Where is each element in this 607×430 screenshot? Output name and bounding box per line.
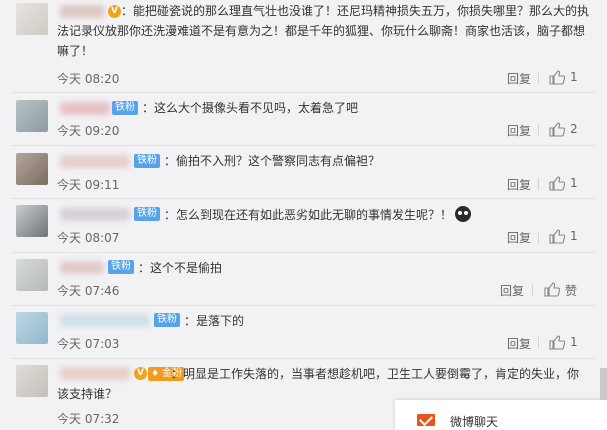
comment-body: ：这个不是偷拍 <box>138 261 223 275</box>
username-blurred[interactable] <box>60 261 104 274</box>
chat-popup[interactable]: 微博聊天 <box>395 400 607 430</box>
avatar[interactable] <box>16 3 48 35</box>
comment-time: 今天 07:32 <box>57 412 120 426</box>
cool-face-emoji-icon <box>455 206 472 222</box>
comment-body: ：这么大个摄像头看不见吗，太着急了吧 <box>142 101 359 115</box>
thumbs-up-icon[interactable] <box>549 176 565 191</box>
comment-text: ：这个不是偷拍 <box>138 258 589 278</box>
fan-badge: 铁粉 <box>134 207 160 221</box>
comment-body: ：能把碰瓷说的那么理直气壮也没谁了！还尼玛精神损失五万，你损失哪里？那么大的执法… <box>57 4 590 58</box>
comment-time: 今天 08:20 <box>57 72 120 86</box>
username-blurred[interactable] <box>60 155 130 168</box>
divider-line <box>532 284 533 296</box>
reply-button[interactable]: 回复 <box>507 122 531 139</box>
comment-divider <box>12 145 595 146</box>
thumbs-up-icon[interactable] <box>549 70 565 85</box>
like-count: 1 <box>570 335 578 349</box>
username-blurred[interactable] <box>60 208 130 221</box>
avatar[interactable] <box>16 312 48 344</box>
avatar[interactable] <box>16 153 48 185</box>
comment-body: ：怎么到现在还有如此恶劣如此无聊的事情发生呢？！ <box>164 208 453 222</box>
comment-body: ：是落下的 <box>184 314 245 328</box>
avatar[interactable] <box>16 365 48 397</box>
divider-line <box>538 178 539 190</box>
like-count: 1 <box>570 229 578 243</box>
comment-text: ：能把碰瓷说的那么理直气壮也没谁了！还尼玛精神损失五万，你损失哪里？那么大的执法… <box>57 1 589 61</box>
divider-line <box>538 231 539 243</box>
fan-badge: 铁粉 <box>154 313 180 327</box>
comment-divider <box>12 252 595 253</box>
comment-text: ：偷拍不入刑？这个警察同志有点偏袒？ <box>164 151 589 171</box>
avatar[interactable] <box>16 205 48 237</box>
comment-time: 今天 07:03 <box>57 337 120 351</box>
comment-text: ：是落下的 <box>184 311 589 331</box>
comment-text: ：明显是工作失落的，当事者想趁机吧，卫生工人要倒霉了，肯定的失业，你该支持谁？ <box>57 364 589 404</box>
thumbs-up-icon[interactable] <box>549 229 565 244</box>
divider-line <box>538 124 539 136</box>
like-count: 2 <box>570 122 578 136</box>
comment-text: ：这么大个摄像头看不见吗，太着急了吧 <box>142 98 589 118</box>
like-count: 1 <box>570 176 578 190</box>
avatar[interactable] <box>16 100 48 132</box>
scrollbar-thumb[interactable] <box>600 368 607 400</box>
reply-button[interactable]: 回复 <box>507 335 531 352</box>
thumbs-up-icon[interactable] <box>544 282 560 297</box>
fan-badge: 铁粉 <box>134 154 160 168</box>
thumbs-up-icon[interactable] <box>549 335 565 350</box>
comment-divider <box>12 305 595 306</box>
like-count: 1 <box>570 70 578 84</box>
reply-button[interactable]: 回复 <box>507 229 531 246</box>
comment-body: ：偷拍不入刑？这个警察同志有点偏袒？ <box>164 154 381 168</box>
reply-button[interactable]: 回复 <box>507 176 531 193</box>
reply-button[interactable]: 回复 <box>507 70 531 87</box>
thumbs-up-icon[interactable] <box>549 122 565 137</box>
username-blurred[interactable] <box>60 102 110 115</box>
fan-badge: 铁粉 <box>112 101 138 115</box>
divider-line <box>538 337 539 349</box>
comment-divider <box>12 358 595 359</box>
comment-time: 今天 07:46 <box>57 284 120 298</box>
comment-text: ：怎么到现在还有如此恶劣如此无聊的事情发生呢？！ <box>164 205 589 225</box>
comment-divider <box>12 198 595 199</box>
comment-body: ：明显是工作失落的，当事者想趁机吧，卫生工人要倒霉了，肯定的失业，你该支持谁？ <box>57 367 580 401</box>
comment-time: 今天 08:07 <box>57 231 120 245</box>
divider-line <box>538 72 539 84</box>
reply-button[interactable]: 回复 <box>500 282 524 299</box>
comment-divider <box>12 92 595 93</box>
fan-badge: 铁粉 <box>108 260 134 274</box>
username-blurred[interactable] <box>60 314 150 327</box>
avatar[interactable] <box>16 259 48 291</box>
comment-time: 今天 09:11 <box>57 178 120 192</box>
mail-icon <box>417 414 435 426</box>
like-label[interactable]: 赞 <box>565 282 577 299</box>
comment-time: 今天 09:20 <box>57 124 120 138</box>
